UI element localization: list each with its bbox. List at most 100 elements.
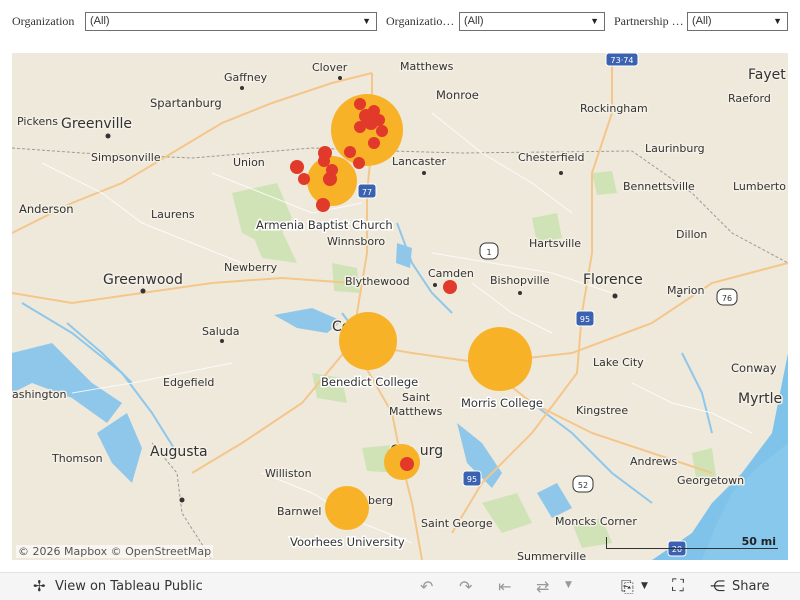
city-label-thomson: Thomson xyxy=(51,452,103,465)
map-attribution[interactable]: © 2026 Mapbox © OpenStreetMap xyxy=(16,545,214,558)
fullscreen-icon[interactable]: ⛶ xyxy=(672,576,684,596)
share-icon[interactable]: ⋲ xyxy=(710,577,725,595)
tableau-logo-icon: ✢ xyxy=(33,577,46,595)
organization-type-dropdown-value: (All) xyxy=(464,15,484,27)
chevron-down-icon: ▼ xyxy=(773,16,782,26)
city-label-clover: Clover xyxy=(312,61,348,74)
interstate-shield-icon: 95 xyxy=(575,310,595,327)
share-button[interactable]: Share xyxy=(732,579,770,594)
map-mark-small[interactable] xyxy=(354,121,366,133)
svg-text:95: 95 xyxy=(467,475,477,484)
city-label-union: Union xyxy=(233,156,265,169)
city-label-summerville: Summerville xyxy=(517,550,586,560)
partnership-dropdown-value: (All) xyxy=(692,15,712,27)
city-label-greenville: Greenville xyxy=(61,116,132,132)
us-route-shield-icon: 76 xyxy=(716,288,738,306)
scale-bar: 50 mi xyxy=(606,535,778,549)
mark-label-armenia-baptist-church: Armenia Baptist Church xyxy=(256,218,393,232)
undo-icon[interactable]: ↶ xyxy=(420,577,433,596)
city-label-williston: Williston xyxy=(265,467,312,480)
map-mark-morris-college[interactable] xyxy=(468,327,532,391)
svg-text:95: 95 xyxy=(580,315,590,324)
interstate-shield-icon: 77 xyxy=(357,183,377,199)
city-label-lumberton: Lumberto xyxy=(733,180,786,193)
city-label-augusta: Augusta xyxy=(150,444,208,460)
filter-bar: Organization (All) ▼ Organizatio… (All) … xyxy=(0,0,800,52)
revert-icon[interactable]: ⇤ xyxy=(498,577,511,596)
map-mark-small[interactable] xyxy=(344,146,356,158)
city-label-conway: Conway xyxy=(731,361,777,375)
map-mark-small[interactable] xyxy=(354,98,366,110)
city-label-laurens: Laurens xyxy=(151,208,195,221)
city-label-anderson: Anderson xyxy=(19,202,74,216)
chevron-down-icon: ▼ xyxy=(590,16,599,26)
city-label-myrtle-beach: Myrtle xyxy=(738,391,782,407)
svg-text:73·74: 73·74 xyxy=(611,56,634,65)
city-label-monroe: Monroe xyxy=(436,88,479,102)
map-mark-small[interactable] xyxy=(316,198,330,212)
city-label-florence: Florence xyxy=(583,272,643,288)
mark-label-morris-college: Morris College xyxy=(461,396,543,410)
city-label-lake-city: Lake City xyxy=(593,356,644,369)
svg-text:1: 1 xyxy=(486,248,491,257)
city-label-st-matthews-2: Matthews xyxy=(389,405,443,418)
map-mark-small[interactable] xyxy=(318,155,330,167)
map-mark-benedict-college[interactable] xyxy=(339,312,397,370)
map-mark-camden[interactable] xyxy=(443,280,457,294)
interstate-shield-icon: 95 xyxy=(462,470,482,487)
city-label-spartanburg: Spartanburg xyxy=(150,96,222,110)
scale-label: 50 mi xyxy=(741,535,776,548)
mark-label-benedict-college: Benedict College xyxy=(321,375,418,389)
mark-label-voorhees-university: Voorhees University xyxy=(290,535,405,549)
city-label-st-matthews-1: Saint xyxy=(402,391,431,404)
map-mark-small[interactable] xyxy=(323,172,337,186)
chevron-down-icon: ▼ xyxy=(362,16,371,26)
map-mark-small[interactable] xyxy=(368,137,380,149)
map-mark-large[interactable] xyxy=(331,94,403,166)
city-label-saluda: Saluda xyxy=(202,325,239,338)
svg-text:77: 77 xyxy=(362,188,372,197)
city-label-moncks-corner: Moncks Corner xyxy=(555,515,637,528)
city-label-georgetown: Georgetown xyxy=(677,474,744,487)
map-mark-small[interactable] xyxy=(376,125,388,137)
city-label-chesterfield: Chesterfield xyxy=(518,151,585,164)
map-canvas[interactable]: Fayet Gaffney Clover Matthews Monroe Spa… xyxy=(12,53,788,560)
map-mark-small[interactable] xyxy=(364,116,378,130)
city-label-simpsonville: Simpsonville xyxy=(91,151,161,164)
svg-text:76: 76 xyxy=(722,294,732,303)
interstate-shield-icon: 73·74 xyxy=(605,53,639,67)
city-label-newberry: Newberry xyxy=(224,261,278,274)
city-label-lancaster: Lancaster xyxy=(392,155,446,168)
city-label-bishopville: Bishopville xyxy=(490,274,550,287)
redo-icon[interactable]: ↷ xyxy=(459,577,472,596)
partnership-dropdown[interactable]: (All) ▼ xyxy=(687,12,788,31)
map-view[interactable]: Fayet Gaffney Clover Matthews Monroe Spa… xyxy=(12,53,788,560)
refresh-icon[interactable]: ⇄ xyxy=(536,577,549,596)
filter-label-partnership: Partnership … xyxy=(614,14,684,28)
map-mark-voorhees-university[interactable] xyxy=(325,486,369,530)
svg-text:52: 52 xyxy=(578,481,588,490)
city-label-hartsville: Hartsville xyxy=(529,237,581,250)
organization-dropdown[interactable]: (All) ▼ xyxy=(85,12,377,31)
download-dropdown-icon[interactable]: ▼ xyxy=(641,581,648,591)
map-mark-small[interactable] xyxy=(353,157,365,169)
download-icon[interactable]: ⎘ xyxy=(621,577,634,597)
organization-type-dropdown[interactable]: (All) ▼ xyxy=(459,12,605,31)
city-label-raeford: Raeford xyxy=(728,92,771,105)
city-label-barnwell: Barnwel xyxy=(277,505,321,518)
city-label-winnsboro: Winnsboro xyxy=(327,235,385,248)
view-on-tableau-public-link[interactable]: View on Tableau Public xyxy=(55,579,203,594)
tableau-toolbar: ✢ View on Tableau Public ↶ ↷ ⇤ ⇄ ▼ ⎘ ▼ ⛶… xyxy=(0,572,800,600)
filter-label-organization-2: Organizatio… xyxy=(386,14,455,28)
city-label-matthews: Matthews xyxy=(400,60,454,73)
map-mark-small[interactable] xyxy=(298,173,310,185)
map-mark-small[interactable] xyxy=(290,160,304,174)
city-label-laurinburg: Laurinburg xyxy=(645,142,705,155)
us-route-shield-icon: 52 xyxy=(572,475,594,493)
map-mark-small[interactable] xyxy=(400,457,414,471)
city-label-dillon: Dillon xyxy=(676,228,707,241)
city-label-fayetteville: Fayet xyxy=(748,67,786,83)
refresh-dropdown-icon[interactable]: ▼ xyxy=(565,580,572,590)
city-label-greenwood: Greenwood xyxy=(103,272,183,288)
city-label-washington: ashington xyxy=(12,388,66,401)
